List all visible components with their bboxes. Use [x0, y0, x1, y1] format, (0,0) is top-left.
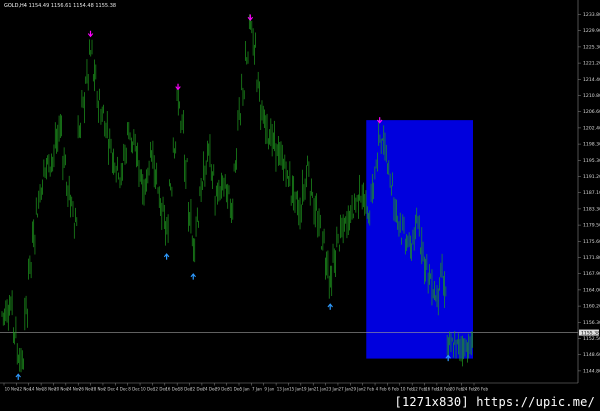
time-tick-label: 2 Dec: [104, 387, 116, 392]
price-tick-label: 1175.60: [583, 239, 600, 245]
time-tick-label: 19 Jan: [301, 387, 314, 392]
time-tick-label: 13 Jan: [277, 387, 290, 392]
price-tick-label: 1179.50: [583, 223, 600, 229]
price-tick-label: 1144.80: [583, 368, 600, 374]
time-tick-label: 4 Dec: [116, 387, 128, 392]
price-tick-label: 1202.40: [583, 125, 600, 131]
watermark-label: [1271x830] https://upic.me/: [391, 394, 598, 410]
price-tick-label: 1210.80: [583, 93, 600, 99]
time-tick-label: 27 Jan: [339, 387, 352, 392]
price-tick-label: 1167.90: [583, 271, 600, 277]
current-price-label: 1155.38: [581, 330, 600, 336]
price-tick-label: 1183.30: [583, 206, 600, 212]
price-tick-label: 1229.90: [583, 28, 600, 34]
price-tick-label: 1152.50: [583, 336, 600, 342]
time-tick-label: 7 Jan: [252, 387, 262, 392]
quote-values: 1154.49 1156.61 1154.48 1155.38: [28, 3, 117, 9]
price-tick-label: 1221.20: [583, 61, 600, 67]
symbol-label: GOLD,H4: [4, 3, 27, 9]
price-tick-label: 1214.40: [583, 77, 600, 83]
price-tick-label: 1195.30: [583, 158, 600, 164]
price-tick-label: 1206.60: [583, 109, 600, 115]
time-tick-label: 26 Feb: [475, 387, 489, 392]
time-tick-label: 6 Feb: [388, 387, 399, 392]
highlight-box: [366, 120, 473, 359]
price-tick-label: 1225.30: [583, 44, 600, 50]
time-tick-label: 5 Jan: [240, 387, 250, 392]
price-tick-label: 1156.30: [583, 320, 600, 326]
time-tick-label: 23 Jan: [326, 387, 339, 392]
price-tick-label: 1198.30: [583, 142, 600, 148]
price-tick-label: 1171.80: [583, 255, 600, 261]
time-tick-label: 9 Jan: [264, 387, 274, 392]
time-tick-label: 2 Feb: [363, 387, 374, 392]
chart-header: GOLD,H4 1154.49 1156.61 1154.48 1155.38: [4, 3, 116, 9]
price-tick-label: 1148.60: [583, 352, 600, 358]
price-tick-label: 1233.80: [583, 12, 600, 18]
price-tick-label: 1160.20: [583, 304, 600, 310]
price-tick-label: 1164.00: [583, 287, 600, 293]
time-tick-label: 29 Jan: [351, 387, 364, 392]
time-tick-label: 4 Feb: [376, 387, 387, 392]
time-tick-label: 8 Dec: [128, 387, 140, 392]
time-tick-label: 15 Jan: [289, 387, 302, 392]
price-tick-label: 1187.10: [583, 190, 600, 196]
chart-canvas[interactable]: 1233.80 1229.90 1225.30 1221.20 1214.40 1210.…: [0, 0, 600, 411]
price-tick-label: 1191.20: [583, 174, 600, 180]
time-tick-label: 21 Jan: [314, 387, 327, 392]
